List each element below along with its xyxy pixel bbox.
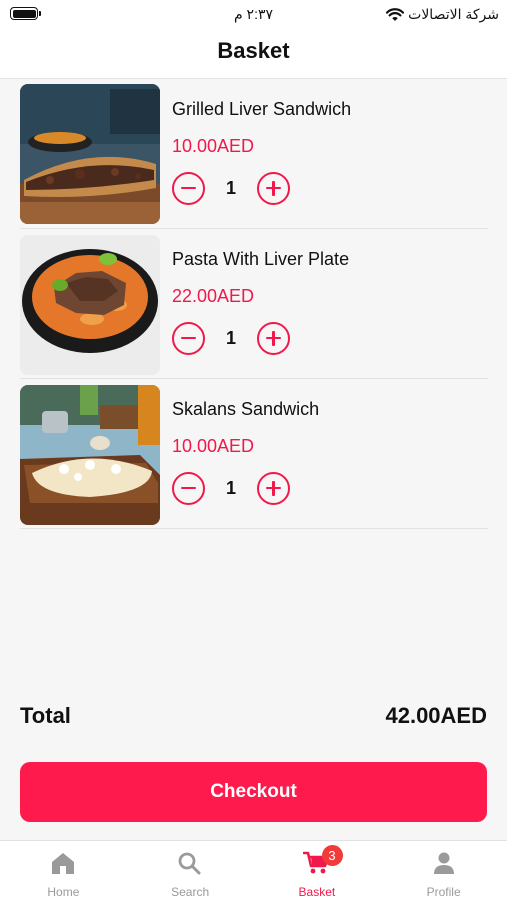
quantity-stepper: 1 bbox=[172, 471, 290, 505]
decrease-quantity-button[interactable] bbox=[172, 171, 205, 205]
basket-item: Grilled Liver Sandwich 10.00AED 1 bbox=[20, 79, 488, 229]
basket-list: Grilled Liver Sandwich 10.00AED 1 Pasta … bbox=[20, 79, 488, 529]
status-bar: ٢:٣٧ م شركة الاتصالات bbox=[0, 0, 507, 30]
item-name: Skalans Sandwich bbox=[172, 399, 320, 419]
quantity-stepper: 1 bbox=[172, 321, 290, 355]
wifi-icon bbox=[386, 7, 405, 22]
total-label: Total bbox=[20, 703, 71, 728]
decrease-quantity-button[interactable] bbox=[172, 471, 205, 505]
total-row: Total 42.00AED bbox=[20, 703, 487, 729]
tab-label: Basket bbox=[298, 885, 336, 899]
quantity-value: 1 bbox=[225, 327, 236, 348]
tab-label: Home bbox=[47, 885, 80, 899]
increase-quantity-button[interactable] bbox=[257, 471, 290, 505]
item-image-grilled-liver-sandwich[interactable] bbox=[20, 84, 160, 224]
cart-count-badge: 3 bbox=[321, 845, 343, 866]
carrier-info: شركة الاتصالات bbox=[386, 6, 499, 23]
header: Basket bbox=[0, 30, 507, 79]
decrease-quantity-button[interactable] bbox=[172, 321, 205, 355]
item-image-pasta-with-liver-plate[interactable] bbox=[20, 235, 160, 375]
tab-bar: Home Search 3 Basket Profile bbox=[0, 840, 507, 900]
tab-profile[interactable]: Profile bbox=[380, 841, 507, 900]
page-title: Basket bbox=[217, 38, 290, 63]
quantity-stepper: 1 bbox=[172, 171, 290, 205]
carrier-name: شركة الاتصالات bbox=[408, 6, 499, 22]
item-image-skalans-sandwich[interactable] bbox=[20, 385, 160, 525]
search-icon bbox=[177, 851, 203, 880]
person-icon bbox=[431, 851, 457, 880]
item-name: Pasta With Liver Plate bbox=[172, 249, 350, 269]
quantity-value: 1 bbox=[225, 477, 236, 498]
increase-quantity-button[interactable] bbox=[257, 321, 290, 355]
home-icon bbox=[50, 851, 76, 880]
tab-label: Search bbox=[171, 885, 210, 899]
total-value: 42.00AED bbox=[385, 703, 487, 728]
item-price: 10.00AED bbox=[172, 436, 255, 456]
tab-search[interactable]: Search bbox=[127, 841, 254, 900]
increase-quantity-button[interactable] bbox=[257, 171, 290, 205]
item-price: 10.00AED bbox=[172, 136, 255, 156]
checkout-button[interactable]: Checkout bbox=[20, 762, 487, 822]
item-name: Grilled Liver Sandwich bbox=[172, 99, 352, 119]
basket-item: Skalans Sandwich 10.00AED 1 bbox=[20, 379, 488, 529]
tab-label: Profile bbox=[426, 885, 461, 899]
quantity-value: 1 bbox=[225, 177, 236, 198]
basket-item: Pasta With Liver Plate 22.00AED 1 bbox=[20, 229, 488, 379]
tab-home[interactable]: Home bbox=[0, 841, 127, 900]
item-price: 22.00AED bbox=[172, 286, 255, 306]
tab-basket[interactable]: 3 Basket bbox=[254, 841, 381, 900]
